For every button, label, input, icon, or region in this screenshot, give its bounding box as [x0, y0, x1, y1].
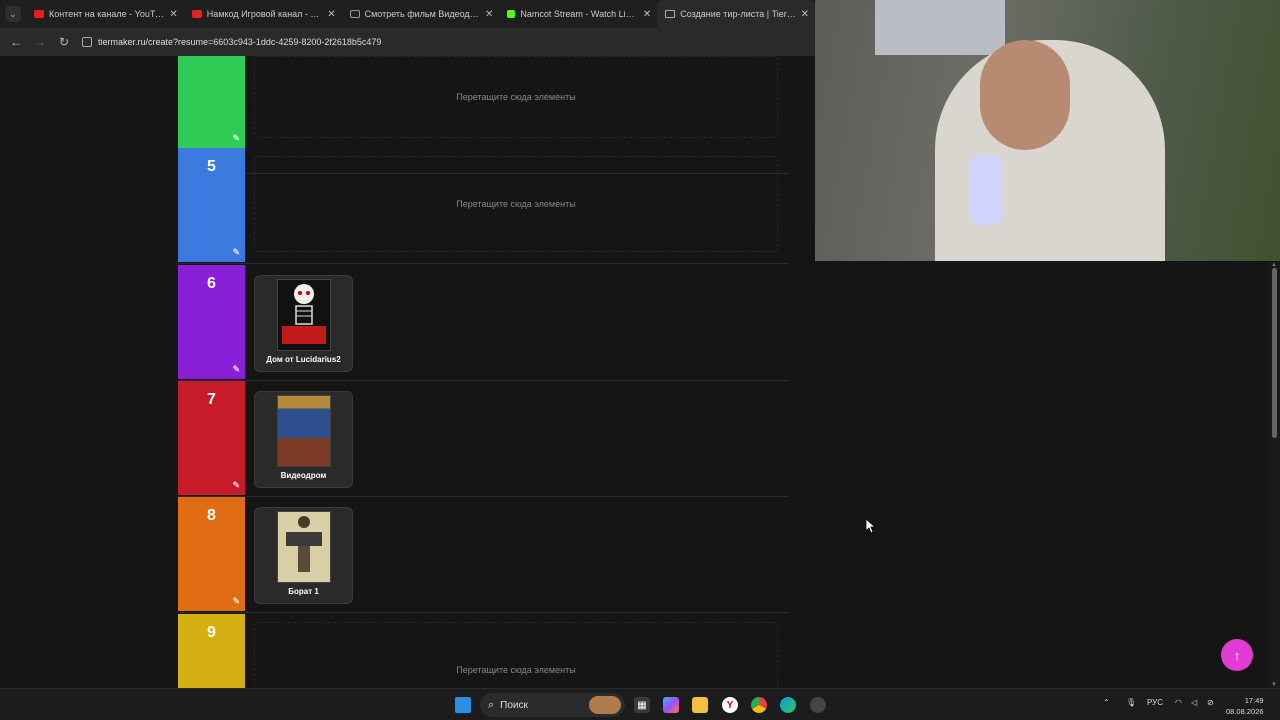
pencil-icon[interactable]: ✎	[232, 364, 240, 375]
streamer-head	[980, 40, 1070, 150]
tier-dropzone[interactable]: Перетащите сюда элементы	[254, 56, 778, 138]
back-icon[interactable]: ←	[4, 35, 28, 49]
tier-label[interactable]: 5 ✎	[178, 148, 245, 262]
tab-title: Контент на канале - YouTube S	[48, 9, 166, 19]
tier-label-text: 6	[207, 275, 216, 292]
tab-title: Намкод Игровой канал - YouT	[206, 9, 324, 19]
tier-label[interactable]: ✎	[178, 56, 245, 148]
scroll-to-top-button[interactable]: ↑	[1221, 639, 1253, 671]
tier-dropzone[interactable]: Перетащите сюда элементы	[254, 156, 778, 252]
tab-title: Создание тир-листа | TierMak	[680, 9, 797, 19]
wifi-icon[interactable]: ◠	[1175, 698, 1182, 707]
tier-label[interactable]: 7 ✎	[178, 381, 245, 495]
search-highlight-image	[589, 696, 621, 714]
tier-row: 5 ✎ Перетащите сюда элементы	[178, 148, 788, 264]
reload-icon[interactable]: ↻	[52, 35, 76, 49]
edge-icon[interactable]	[780, 697, 796, 713]
notification-icon[interactable]: ⊘	[1207, 698, 1214, 707]
tier-label-text: 7	[207, 391, 216, 408]
yandex-browser-icon[interactable]: Y	[722, 697, 738, 713]
tab-3[interactable]: Смотреть фильм Видеодром с ✕	[342, 0, 500, 28]
tab-bar: ⌄ Контент на канале - YouTube S ✕ Намкод…	[0, 0, 816, 28]
address-bar: ← → ↻ tiermaker.ru/create?resume=6603c94…	[0, 28, 815, 56]
url-text: tiermaker.ru/create?resume=6603c943-1ddc…	[98, 37, 382, 47]
poster-image	[277, 511, 331, 583]
app-icon[interactable]	[810, 697, 826, 713]
calendar-app-icon[interactable]: ▦	[634, 697, 650, 713]
close-icon[interactable]: ✕	[327, 9, 335, 20]
tab-5-active[interactable]: Создание тир-листа | TierMak ✕	[657, 0, 816, 28]
poster-image	[277, 279, 331, 351]
tab-1[interactable]: Контент на канале - YouTube S ✕	[26, 0, 184, 28]
tier-label[interactable]: 8 ✎	[178, 497, 245, 611]
tier-label-text: 8	[207, 507, 216, 524]
language-indicator[interactable]: РУС	[1147, 698, 1163, 707]
dropzone-placeholder: Перетащите сюда элементы	[456, 199, 576, 209]
dropzone-placeholder: Перетащите сюда элементы	[456, 665, 576, 675]
windows-start-icon[interactable]	[455, 697, 471, 713]
search-icon: ⌕	[488, 698, 495, 711]
file-explorer-icon[interactable]	[692, 697, 708, 713]
tier-item-card[interactable]: Видеодром	[254, 391, 353, 488]
page-scrollbar[interactable]: ▲ ▼	[1269, 262, 1280, 688]
tier-row: 9 Перетащите сюда элементы	[178, 614, 788, 688]
pencil-icon[interactable]: ✎	[232, 133, 240, 144]
search-placeholder: Поиск	[500, 699, 528, 711]
close-icon[interactable]: ✕	[801, 9, 809, 20]
microphone-icon[interactable]: 🎙	[1126, 698, 1136, 707]
tier-row: 7 ✎ Видеодром	[178, 381, 788, 497]
chevron-down-icon: ⌄	[4, 6, 21, 22]
system-clock[interactable]: 17:49 08.08.2026	[1226, 695, 1264, 717]
film-icon	[349, 10, 360, 18]
tier-item-card[interactable]: Борат 1	[254, 507, 353, 604]
tier-row: 8 ✎ Борат 1	[178, 497, 788, 613]
tab-2[interactable]: Намкод Игровой канал - YouT ✕	[184, 0, 342, 28]
microphone	[970, 155, 1002, 225]
copilot-icon[interactable]	[663, 697, 679, 713]
youtube-icon	[191, 10, 202, 18]
tab-search-button[interactable]: ⌄	[0, 0, 26, 28]
tier-label[interactable]: 9	[178, 614, 245, 688]
item-title: Видеодром	[280, 471, 327, 480]
clock-date: 08.08.2026	[1226, 707, 1264, 716]
pencil-icon[interactable]: ✎	[232, 480, 240, 491]
webcam-overlay	[815, 0, 1280, 261]
youtube-icon	[33, 10, 44, 18]
arrow-up-icon: ↑	[1233, 647, 1241, 663]
taskbar: ⌕ Поиск ▦ Y ⌃ 🎙 РУС ◠ ◁ ⊘ 17:49 08.08.20…	[0, 688, 1280, 720]
pencil-icon[interactable]: ✎	[232, 596, 240, 607]
tab-title: Смотреть фильм Видеодром с	[364, 9, 482, 19]
tiermaker-icon	[665, 10, 676, 18]
volume-icon[interactable]: ◁	[1191, 698, 1197, 707]
taskbar-search[interactable]: ⌕ Поиск	[480, 693, 625, 717]
pencil-icon[interactable]: ✎	[232, 247, 240, 258]
url-field[interactable]: tiermaker.ru/create?resume=6603c943-1ddc…	[82, 32, 381, 52]
show-hidden-icons[interactable]: ⌃	[1103, 698, 1110, 707]
tier-item-card[interactable]: Дом от Lucidarius2	[254, 275, 353, 372]
tier-list-page: ✎ Перетащите сюда элементы 5 ✎ Перетащит…	[0, 56, 815, 688]
scrollbar-thumb[interactable]	[1272, 268, 1277, 438]
mouse-cursor-icon	[865, 518, 877, 538]
site-settings-icon[interactable]	[82, 37, 92, 47]
clock-time: 17:49	[1244, 696, 1264, 705]
tier-dropzone[interactable]: Перетащите сюда элементы	[254, 622, 778, 688]
close-icon[interactable]: ✕	[643, 9, 651, 20]
close-icon[interactable]: ✕	[169, 9, 177, 20]
poster-image	[277, 395, 331, 467]
tier-row: 6 ✎ Дом от Lucidarius2	[178, 265, 788, 381]
dropzone-placeholder: Перетащите сюда элементы	[456, 92, 576, 102]
tier-label[interactable]: 6 ✎	[178, 265, 245, 379]
kick-icon	[507, 10, 516, 18]
chrome-icon[interactable]	[751, 697, 767, 713]
tab-4[interactable]: Namcot Stream - Watch Live or ✕	[499, 0, 657, 28]
tier-label-text: 9	[207, 624, 216, 641]
item-title: Дом от Lucidarius2	[266, 355, 341, 364]
flag-decoration	[875, 0, 1005, 55]
item-title: Борат 1	[288, 587, 319, 596]
close-icon[interactable]: ✕	[485, 9, 493, 20]
forward-icon[interactable]: →	[28, 35, 52, 49]
tab-title: Namcot Stream - Watch Live or	[520, 9, 639, 19]
tier-label-text: 5	[207, 158, 216, 175]
